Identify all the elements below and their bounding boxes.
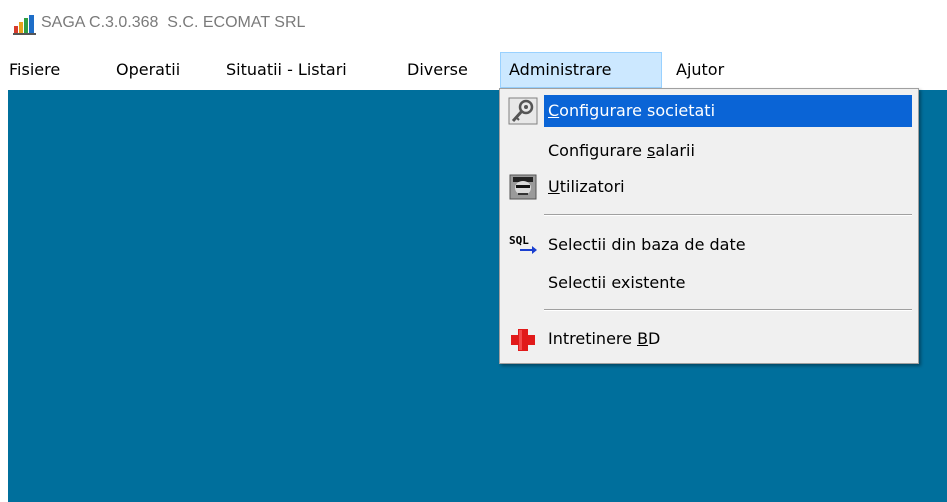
menu-item-utilizatori[interactable]: Utilizatori: [502, 169, 916, 205]
menu-item-label: Intretinere BD: [548, 329, 661, 348]
menu-diverse[interactable]: Diverse: [407, 52, 468, 88]
menu-item-configurare-salarii[interactable]: Configurare salarii: [502, 133, 916, 169]
menu-item-label: Utilizatori: [548, 177, 625, 196]
key-wrench-icon: [508, 97, 538, 125]
window-title: SAGA C.3.0.368 S.C. ECOMAT SRL: [41, 14, 306, 31]
menu-item-configurare-societati[interactable]: Configurare societati: [502, 93, 916, 129]
menu-fisiere[interactable]: Fisiere: [9, 52, 60, 88]
menu-item-label: Configurare societati: [548, 101, 716, 120]
menu-situatii-listari[interactable]: Situatii - Listari: [226, 52, 347, 88]
menu-item-selectii-din-baza-de-date[interactable]: SQL Selectii din baza de date: [502, 227, 916, 263]
menu-item-label: Configurare salarii: [548, 141, 695, 160]
menu-item-intretinere-bd[interactable]: Intretinere BD: [502, 321, 916, 357]
saga-app-icon: [13, 15, 36, 35]
title-bar: SAGA C.3.0.368 S.C. ECOMAT SRL: [0, 0, 947, 46]
menu-operatii[interactable]: Operatii: [116, 52, 180, 88]
user-face-icon: [509, 174, 537, 200]
administrare-dropdown-menu: Configurare societati Configurare salari…: [499, 88, 919, 364]
svg-text:SQL: SQL: [509, 234, 529, 247]
menu-administrare[interactable]: Administrare: [500, 52, 662, 88]
app-window: SAGA C.3.0.368 S.C. ECOMAT SRL Fisiere O…: [0, 0, 947, 502]
sql-icon: SQL: [509, 234, 537, 254]
menu-item-selectii-existente[interactable]: Selectii existente: [502, 265, 916, 301]
menu-ajutor[interactable]: Ajutor: [676, 52, 724, 88]
menu-bar: Fisiere Operatii Situatii - Listari Dive…: [0, 52, 947, 88]
menu-item-label: Selectii existente: [548, 273, 686, 292]
red-cross-icon: [511, 329, 535, 351]
menu-separator: [544, 309, 912, 311]
menu-separator: [544, 214, 912, 216]
menu-item-label: Selectii din baza de date: [548, 235, 746, 254]
